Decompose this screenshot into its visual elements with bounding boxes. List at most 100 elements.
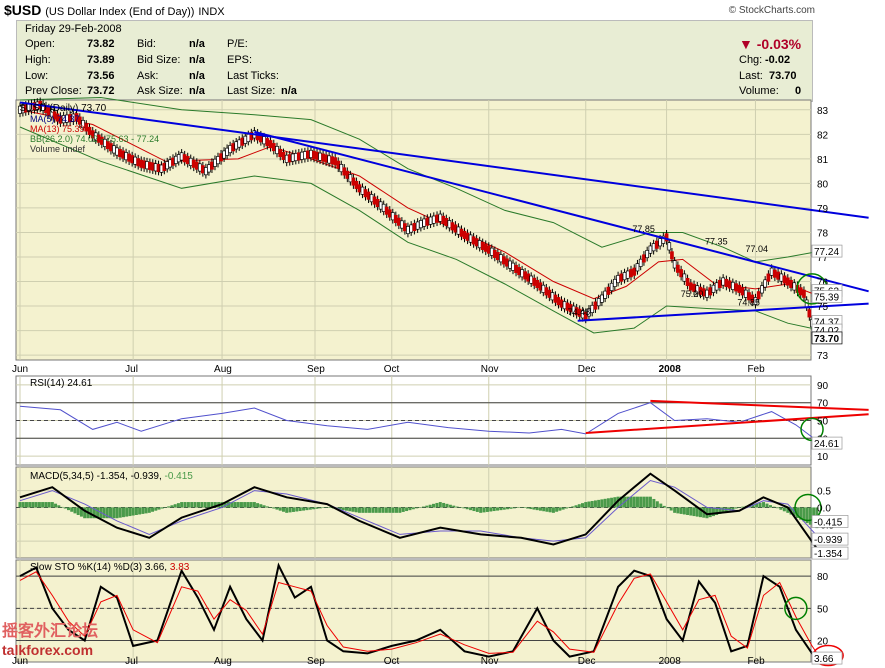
macd-histogram-bar xyxy=(147,507,151,513)
macd-histogram-bar xyxy=(408,507,412,511)
candle-body xyxy=(468,234,473,243)
candle-body xyxy=(743,289,748,298)
macd-histogram-bar xyxy=(37,502,41,508)
macd-histogram-bar xyxy=(655,501,659,508)
candle-body xyxy=(387,209,392,218)
macd-histogram-bar xyxy=(128,507,132,517)
candle-body xyxy=(544,287,549,296)
candle-body xyxy=(130,155,134,164)
candle-body xyxy=(444,217,449,227)
candle-body xyxy=(327,155,331,164)
macd-histogram-bar xyxy=(186,502,190,508)
macd-histogram-bar xyxy=(542,507,546,512)
candle-body xyxy=(428,216,433,225)
candle-body xyxy=(324,154,328,163)
legend-ma5: MA(5) 74.37 xyxy=(30,114,80,124)
candle-body xyxy=(508,260,512,269)
candle-body xyxy=(441,215,446,224)
macd-histogram-bar xyxy=(600,499,604,508)
macd-histogram-bar xyxy=(295,507,299,512)
macd-histogram-bar xyxy=(606,498,610,508)
candle-body xyxy=(447,220,452,229)
macd-histogram-bar xyxy=(405,507,409,512)
macd-histogram-bar xyxy=(499,507,503,511)
macd-histogram-bar xyxy=(452,505,456,508)
macd-histogram-bar xyxy=(577,504,581,508)
candle-body xyxy=(246,133,251,143)
macd-histogram-bar xyxy=(163,507,167,508)
candle-body xyxy=(309,149,313,158)
candle-body xyxy=(290,153,295,162)
macd-histogram-bar xyxy=(154,507,158,511)
macd-histogram-bar xyxy=(692,507,696,517)
macd-histogram-bar xyxy=(151,507,155,512)
candle-body xyxy=(708,287,713,296)
macd-histogram-bar xyxy=(252,502,256,508)
macd-histogram-bar xyxy=(418,507,422,508)
x-tick-label: Oct xyxy=(384,364,400,375)
legend-sto-d: 3.83 xyxy=(170,562,190,573)
price-annotation: 77.04 xyxy=(745,244,768,254)
candle-body xyxy=(213,158,217,167)
candle-body xyxy=(550,292,555,301)
candle-body xyxy=(740,287,745,296)
value-tag-text: -0.939 xyxy=(814,535,843,546)
macd-histogram-bar xyxy=(288,507,292,513)
candle-body xyxy=(348,174,353,183)
candle-body xyxy=(609,282,614,291)
macd-histogram-bar xyxy=(183,502,187,508)
candle-body xyxy=(287,154,292,163)
candle-body xyxy=(262,136,266,145)
candle-body xyxy=(210,161,214,170)
macd-histogram-bar xyxy=(711,507,715,517)
macd-histogram-bar xyxy=(325,507,329,508)
candle-body xyxy=(721,277,725,286)
macd-histogram-bar xyxy=(597,499,601,508)
legend-macd-hist: -0.415 xyxy=(165,471,194,482)
candle-body xyxy=(330,156,335,165)
candle-body xyxy=(480,241,485,250)
macd-histogram-bar xyxy=(558,507,562,511)
candle-body xyxy=(711,284,716,293)
macd-histogram-bar xyxy=(269,507,273,508)
candle-body xyxy=(651,243,656,252)
macd-histogram-bar xyxy=(34,502,38,508)
candle-body xyxy=(645,250,650,259)
macd-histogram-bar xyxy=(472,507,476,512)
candle-body xyxy=(685,277,690,287)
macd-histogram-bar xyxy=(196,502,200,508)
macd-histogram-bar xyxy=(679,507,683,514)
candle-body xyxy=(760,285,764,294)
macd-histogram-bar xyxy=(351,507,355,512)
macd-histogram-bar xyxy=(551,507,555,513)
macd-histogram-bar xyxy=(63,507,67,509)
macd-histogram-bar xyxy=(41,502,45,508)
macd-histogram-bar xyxy=(635,496,639,508)
y-tick-label: 73 xyxy=(817,351,829,362)
macd-histogram-bar xyxy=(47,502,51,508)
candle-body xyxy=(357,184,362,193)
macd-histogram-bar xyxy=(768,505,772,508)
candle-body xyxy=(648,245,653,254)
macd-histogram-bar xyxy=(200,502,204,508)
candle-body xyxy=(400,220,404,229)
legend-volume: Volume undef xyxy=(30,144,86,154)
macd-histogram-bar xyxy=(772,506,776,508)
macd-histogram-bar xyxy=(233,502,237,508)
candle-body xyxy=(438,213,443,222)
macd-histogram-bar xyxy=(378,507,382,513)
macd-histogram-bar xyxy=(246,502,250,508)
candle-body xyxy=(366,191,371,200)
macd-histogram-bar xyxy=(384,507,388,513)
y-tick-label: 75 xyxy=(817,302,829,313)
macd-histogram-bar xyxy=(765,503,769,508)
macd-histogram-bar xyxy=(462,507,466,509)
candle-body xyxy=(547,289,552,298)
candle-body xyxy=(296,152,301,161)
macd-histogram-bar xyxy=(118,507,122,518)
candle-body xyxy=(782,275,787,284)
candle-body xyxy=(216,156,220,165)
macd-histogram-bar xyxy=(455,506,459,508)
y-tick-label: 78 xyxy=(817,228,829,239)
macd-histogram-bar xyxy=(180,502,184,508)
